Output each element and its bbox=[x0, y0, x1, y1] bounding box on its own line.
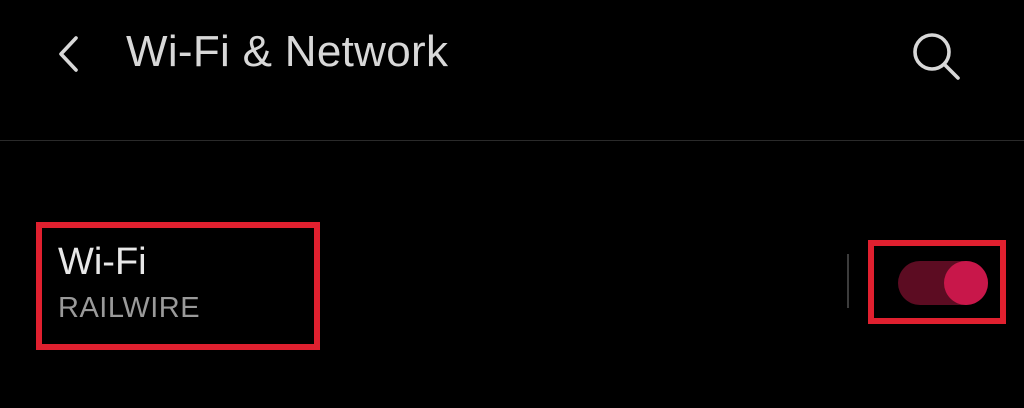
search-icon bbox=[906, 26, 966, 86]
page-title: Wi-Fi & Network bbox=[126, 27, 449, 76]
wifi-toggle[interactable] bbox=[898, 261, 988, 305]
search-button[interactable] bbox=[906, 26, 966, 86]
connected-network-name: RAILWIRE bbox=[58, 292, 201, 324]
header-divider bbox=[0, 140, 1024, 141]
back-button[interactable] bbox=[44, 28, 96, 80]
toggle-highlight bbox=[868, 240, 1006, 324]
row-separator bbox=[847, 254, 849, 308]
app-bar: Wi-Fi & Network bbox=[0, 0, 1024, 141]
wifi-label: Wi-Fi bbox=[58, 241, 147, 283]
wifi-setting-row[interactable]: Wi-Fi RAILWIRE bbox=[0, 200, 1024, 360]
chevron-left-icon bbox=[44, 28, 96, 80]
wifi-info-highlight[interactable]: Wi-Fi RAILWIRE bbox=[36, 222, 320, 350]
toggle-thumb[interactable] bbox=[944, 261, 988, 305]
